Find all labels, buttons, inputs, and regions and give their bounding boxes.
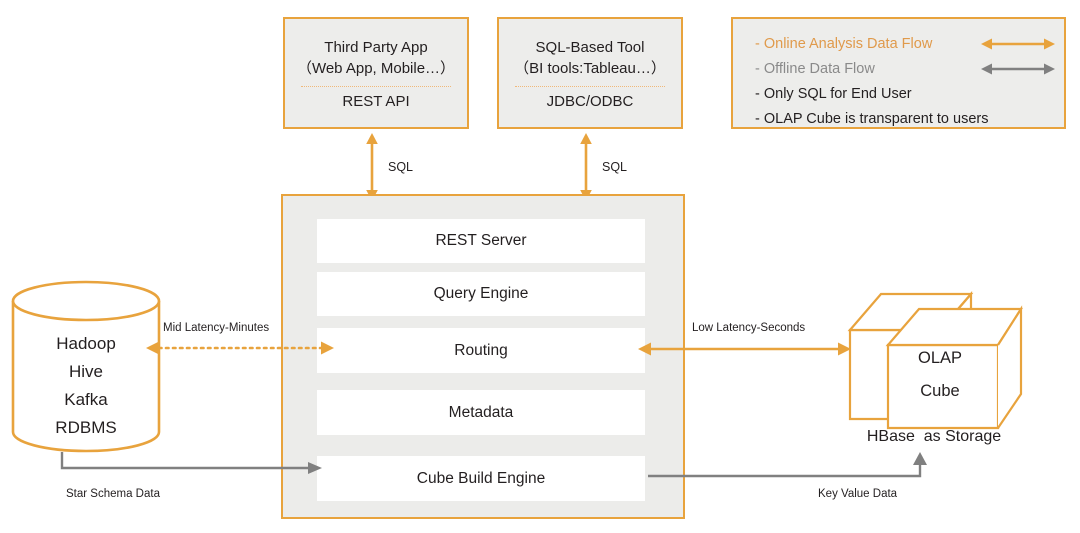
client-title-line1: SQL-Based Tool <box>535 38 645 56</box>
source-line-kafka: Kafka <box>64 390 108 409</box>
kylin-engine-container: REST Server Query Engine Routing Metadat… <box>281 194 685 519</box>
connector-key-value <box>648 452 934 488</box>
double-arrow-orange-icon <box>981 37 1055 51</box>
engine-item-label: REST Server <box>435 232 527 249</box>
legend-label: - Only SQL for End User <box>755 85 912 102</box>
double-arrow-gray-icon <box>981 62 1055 76</box>
engine-item-label: Metadata <box>448 403 514 421</box>
legend-label: - OLAP Cube is transparent to users <box>755 110 989 127</box>
client-divider <box>301 85 451 87</box>
engine-item-metadata[interactable]: Metadata <box>317 390 645 435</box>
connector-key-value-label: Key Value Data <box>818 488 898 500</box>
olap-cube-label: OLAP Cube <box>880 342 1000 408</box>
connector-low-latency-label: Low Latency-Seconds <box>692 322 806 334</box>
client-protocol: REST API <box>342 92 410 110</box>
engine-item-label: Cube Build Engine <box>416 469 546 487</box>
legend-label: - Offline Data Flow <box>755 60 875 77</box>
legend-item-olap-transparent: - OLAP Cube is transparent to users <box>755 106 1064 131</box>
connector-mid-latency <box>146 340 334 356</box>
client-title-line1: Third Party App <box>324 38 428 56</box>
client-title: SQL-Based Tool （BI tools:Tableau…） <box>514 37 666 79</box>
connector-sql-right-label: SQL <box>602 160 628 174</box>
cube-line-olap: OLAP <box>917 349 963 367</box>
legend-item-only-sql: - Only SQL for End User <box>755 81 1064 106</box>
engine-item-cube-build-engine[interactable]: Cube Build Engine <box>317 456 645 501</box>
connector-low-latency <box>638 341 851 357</box>
legend-item-offline-data-flow: - Offline Data Flow <box>755 56 1064 81</box>
legend-label: - Online Analysis Data Flow <box>755 35 933 52</box>
source-line-hive: Hive <box>68 362 103 381</box>
engine-item-query-engine[interactable]: Query Engine <box>317 272 645 316</box>
source-line-rdbms: RDBMS <box>55 418 117 437</box>
client-divider <box>515 85 665 87</box>
legend-item-online-analysis: - Online Analysis Data Flow <box>755 31 1064 56</box>
connector-sql-left-label: SQL <box>388 160 414 174</box>
connector-star-schema-label: Star Schema Data <box>66 488 160 500</box>
client-box-sql-based-tool: SQL-Based Tool （BI tools:Tableau…） JDBC/… <box>497 17 683 129</box>
client-box-third-party-app: Third Party App （Web App, Mobile…） REST … <box>283 17 469 129</box>
engine-item-rest-server[interactable]: REST Server <box>317 219 645 263</box>
connector-sql-left <box>360 133 384 201</box>
source-data-label: Hadoop Hive Kafka RDBMS <box>10 330 162 442</box>
client-title-line2: （Web App, Mobile…） <box>296 59 456 77</box>
engine-item-label: Routing <box>454 341 508 359</box>
client-protocol: JDBC/ODBC <box>546 92 634 110</box>
engine-item-label: Query Engine <box>433 285 529 302</box>
legend-box: - Online Analysis Data Flow - Offline Da… <box>731 17 1066 129</box>
cube-line-cube: Cube <box>920 382 960 400</box>
client-title-line2: （BI tools:Tableau…） <box>514 59 666 77</box>
client-title: Third Party App （Web App, Mobile…） <box>297 37 455 79</box>
connector-sql-right <box>574 133 598 201</box>
engine-item-routing[interactable]: Routing <box>317 328 645 373</box>
connector-star-schema <box>60 452 322 482</box>
architecture-diagram: Third Party App （Web App, Mobile…） REST … <box>0 0 1080 533</box>
hbase-storage-label: HBase as Storage <box>866 428 1002 445</box>
source-line-hadoop: Hadoop <box>56 334 116 353</box>
connector-mid-latency-label: Mid Latency-Minutes <box>163 322 270 334</box>
